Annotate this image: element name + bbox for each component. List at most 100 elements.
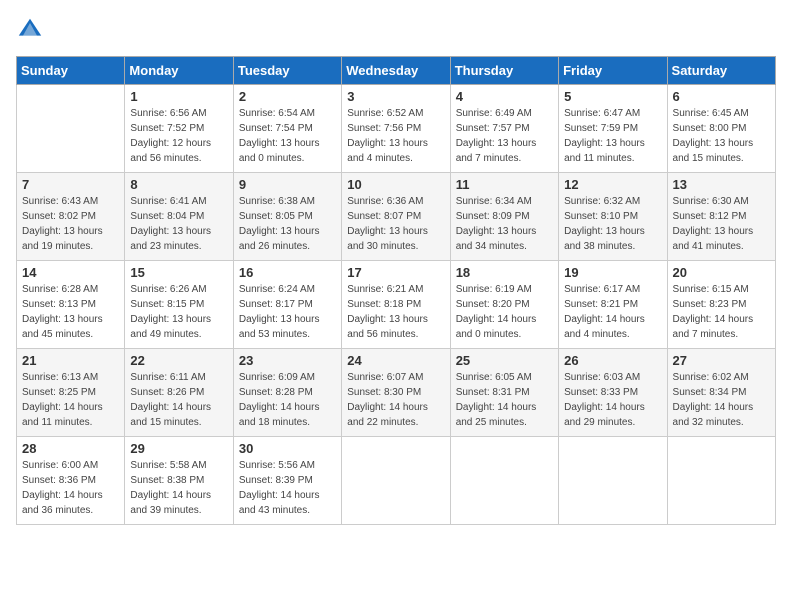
calendar-cell: 10 Sunrise: 6:36 AMSunset: 8:07 PMDayligh… <box>342 173 450 261</box>
day-detail: Sunrise: 6:34 AMSunset: 8:09 PMDaylight:… <box>456 194 553 254</box>
calendar-cell: 15 Sunrise: 6:26 AMSunset: 8:15 PMDayligh… <box>125 261 233 349</box>
week-row-4: 21 Sunrise: 6:13 AMSunset: 8:25 PMDayligh… <box>17 349 776 437</box>
day-number: 29 <box>130 441 227 456</box>
day-number: 18 <box>456 265 553 280</box>
day-number: 22 <box>130 353 227 368</box>
header-sunday: Sunday <box>17 57 125 85</box>
calendar-cell: 16 Sunrise: 6:24 AMSunset: 8:17 PMDayligh… <box>233 261 341 349</box>
calendar-cell <box>667 437 775 525</box>
logo <box>16 16 48 44</box>
day-number: 10 <box>347 177 444 192</box>
calendar-cell: 1 Sunrise: 6:56 AMSunset: 7:52 PMDaylight… <box>125 85 233 173</box>
day-detail: Sunrise: 6:02 AMSunset: 8:34 PMDaylight:… <box>673 370 770 430</box>
day-number: 7 <box>22 177 119 192</box>
day-number: 13 <box>673 177 770 192</box>
day-number: 15 <box>130 265 227 280</box>
day-detail: Sunrise: 6:36 AMSunset: 8:07 PMDaylight:… <box>347 194 444 254</box>
calendar-cell: 6 Sunrise: 6:45 AMSunset: 8:00 PMDaylight… <box>667 85 775 173</box>
day-detail: Sunrise: 6:13 AMSunset: 8:25 PMDaylight:… <box>22 370 119 430</box>
calendar-cell: 30 Sunrise: 5:56 AMSunset: 8:39 PMDayligh… <box>233 437 341 525</box>
calendar-cell: 4Sunrise: 6:49 AMSunset: 7:57 PMDaylight… <box>450 85 558 173</box>
calendar-cell: 11 Sunrise: 6:34 AMSunset: 8:09 PMDayligh… <box>450 173 558 261</box>
calendar-cell: 29 Sunrise: 5:58 AMSunset: 8:38 PMDayligh… <box>125 437 233 525</box>
day-detail: Sunrise: 6:03 AMSunset: 8:33 PMDaylight:… <box>564 370 661 430</box>
day-number: 19 <box>564 265 661 280</box>
week-row-2: 7 Sunrise: 6:43 AMSunset: 8:02 PMDaylight… <box>17 173 776 261</box>
calendar-cell: 7 Sunrise: 6:43 AMSunset: 8:02 PMDaylight… <box>17 173 125 261</box>
day-number: 23 <box>239 353 336 368</box>
week-row-1: 1 Sunrise: 6:56 AMSunset: 7:52 PMDaylight… <box>17 85 776 173</box>
week-row-3: 14 Sunrise: 6:28 AMSunset: 8:13 PMDayligh… <box>17 261 776 349</box>
header-saturday: Saturday <box>667 57 775 85</box>
calendar-cell: 8 Sunrise: 6:41 AMSunset: 8:04 PMDaylight… <box>125 173 233 261</box>
header-row: SundayMondayTuesdayWednesdayThursdayFrid… <box>17 57 776 85</box>
day-number: 25 <box>456 353 553 368</box>
header-thursday: Thursday <box>450 57 558 85</box>
day-detail: Sunrise: 6:41 AMSunset: 8:04 PMDaylight:… <box>130 194 227 254</box>
header-wednesday: Wednesday <box>342 57 450 85</box>
day-number: 12 <box>564 177 661 192</box>
calendar-cell <box>559 437 667 525</box>
calendar-cell: 3 Sunrise: 6:52 AMSunset: 7:56 PMDaylight… <box>342 85 450 173</box>
calendar-cell <box>450 437 558 525</box>
day-detail: Sunrise: 6:07 AMSunset: 8:30 PMDaylight:… <box>347 370 444 430</box>
calendar-cell: 9 Sunrise: 6:38 AMSunset: 8:05 PMDaylight… <box>233 173 341 261</box>
calendar-cell: 12 Sunrise: 6:32 AMSunset: 8:10 PMDayligh… <box>559 173 667 261</box>
calendar-cell: 21 Sunrise: 6:13 AMSunset: 8:25 PMDayligh… <box>17 349 125 437</box>
calendar-cell: 18 Sunrise: 6:19 AMSunset: 8:20 PMDayligh… <box>450 261 558 349</box>
day-detail: Sunrise: 6:28 AMSunset: 8:13 PMDaylight:… <box>22 282 119 342</box>
week-row-5: 28 Sunrise: 6:00 AMSunset: 8:36 PMDayligh… <box>17 437 776 525</box>
day-number: 27 <box>673 353 770 368</box>
day-detail: Sunrise: 6:21 AMSunset: 8:18 PMDaylight:… <box>347 282 444 342</box>
day-detail: Sunrise: 6:54 AMSunset: 7:54 PMDaylight:… <box>239 106 336 166</box>
day-detail: Sunrise: 5:56 AMSunset: 8:39 PMDaylight:… <box>239 458 336 518</box>
day-number: 9 <box>239 177 336 192</box>
calendar-cell: 26Sunrise: 6:03 AMSunset: 8:33 PMDayligh… <box>559 349 667 437</box>
day-number: 6 <box>673 89 770 104</box>
day-detail: Sunrise: 6:17 AMSunset: 8:21 PMDaylight:… <box>564 282 661 342</box>
calendar-cell: 25Sunrise: 6:05 AMSunset: 8:31 PMDayligh… <box>450 349 558 437</box>
day-detail: Sunrise: 6:19 AMSunset: 8:20 PMDaylight:… <box>456 282 553 342</box>
day-number: 1 <box>130 89 227 104</box>
day-detail: Sunrise: 6:52 AMSunset: 7:56 PMDaylight:… <box>347 106 444 166</box>
header-friday: Friday <box>559 57 667 85</box>
day-number: 24 <box>347 353 444 368</box>
calendar-cell: 2 Sunrise: 6:54 AMSunset: 7:54 PMDaylight… <box>233 85 341 173</box>
logo-icon <box>16 16 44 44</box>
calendar-cell: 17 Sunrise: 6:21 AMSunset: 8:18 PMDayligh… <box>342 261 450 349</box>
day-number: 30 <box>239 441 336 456</box>
day-number: 8 <box>130 177 227 192</box>
page-header <box>16 16 776 44</box>
calendar-cell <box>342 437 450 525</box>
day-number: 3 <box>347 89 444 104</box>
calendar-cell: 24 Sunrise: 6:07 AMSunset: 8:30 PMDayligh… <box>342 349 450 437</box>
day-detail: Sunrise: 6:24 AMSunset: 8:17 PMDaylight:… <box>239 282 336 342</box>
day-number: 21 <box>22 353 119 368</box>
day-detail: Sunrise: 6:49 AMSunset: 7:57 PMDaylight:… <box>456 106 553 166</box>
day-number: 5 <box>564 89 661 104</box>
day-detail: Sunrise: 6:38 AMSunset: 8:05 PMDaylight:… <box>239 194 336 254</box>
day-number: 28 <box>22 441 119 456</box>
calendar-cell: 14 Sunrise: 6:28 AMSunset: 8:13 PMDayligh… <box>17 261 125 349</box>
day-number: 2 <box>239 89 336 104</box>
calendar-cell: 28 Sunrise: 6:00 AMSunset: 8:36 PMDayligh… <box>17 437 125 525</box>
day-detail: Sunrise: 6:11 AMSunset: 8:26 PMDaylight:… <box>130 370 227 430</box>
calendar-cell: 20Sunrise: 6:15 AMSunset: 8:23 PMDayligh… <box>667 261 775 349</box>
calendar-table: SundayMondayTuesdayWednesdayThursdayFrid… <box>16 56 776 525</box>
day-detail: Sunrise: 6:56 AMSunset: 7:52 PMDaylight:… <box>130 106 227 166</box>
day-detail: Sunrise: 6:43 AMSunset: 8:02 PMDaylight:… <box>22 194 119 254</box>
calendar-cell: 23 Sunrise: 6:09 AMSunset: 8:28 PMDayligh… <box>233 349 341 437</box>
day-detail: Sunrise: 5:58 AMSunset: 8:38 PMDaylight:… <box>130 458 227 518</box>
day-detail: Sunrise: 6:32 AMSunset: 8:10 PMDaylight:… <box>564 194 661 254</box>
calendar-cell: 19 Sunrise: 6:17 AMSunset: 8:21 PMDayligh… <box>559 261 667 349</box>
day-detail: Sunrise: 6:26 AMSunset: 8:15 PMDaylight:… <box>130 282 227 342</box>
calendar-cell: 27 Sunrise: 6:02 AMSunset: 8:34 PMDayligh… <box>667 349 775 437</box>
day-number: 16 <box>239 265 336 280</box>
day-detail: Sunrise: 6:09 AMSunset: 8:28 PMDaylight:… <box>239 370 336 430</box>
day-number: 11 <box>456 177 553 192</box>
day-detail: Sunrise: 6:47 AMSunset: 7:59 PMDaylight:… <box>564 106 661 166</box>
day-detail: Sunrise: 6:45 AMSunset: 8:00 PMDaylight:… <box>673 106 770 166</box>
day-detail: Sunrise: 6:00 AMSunset: 8:36 PMDaylight:… <box>22 458 119 518</box>
day-number: 17 <box>347 265 444 280</box>
day-number: 14 <box>22 265 119 280</box>
